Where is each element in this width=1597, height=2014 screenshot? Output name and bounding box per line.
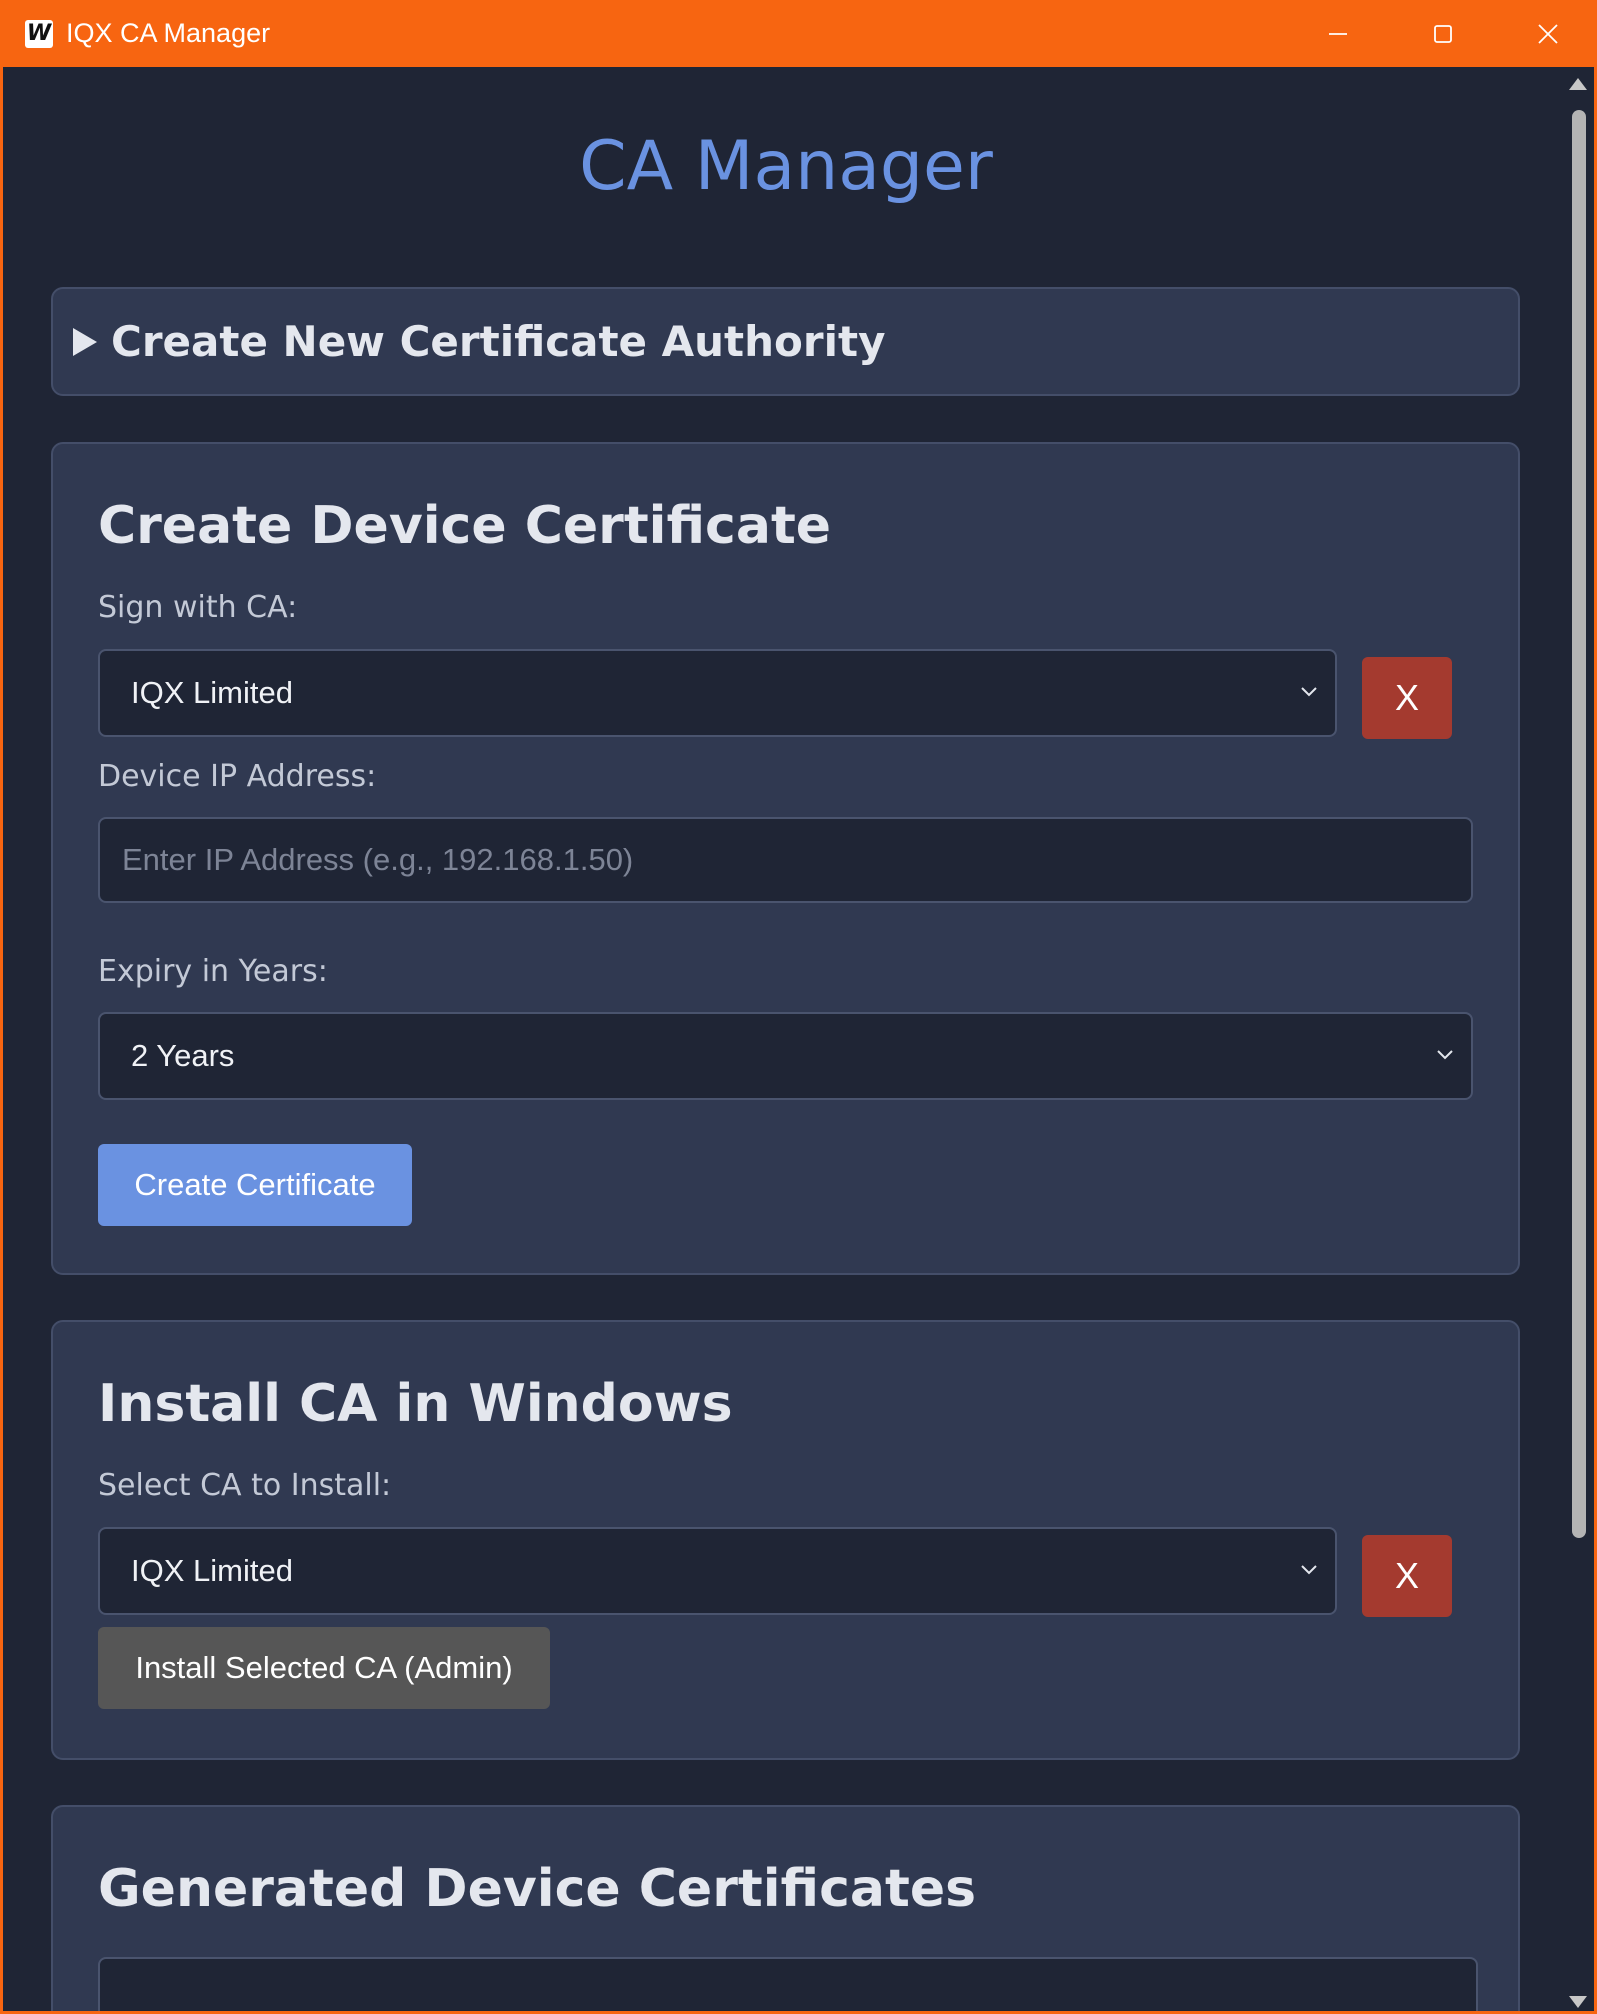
title-bar[interactable]: W IQX CA Manager [3, 0, 1594, 67]
page-title: CA Manager [579, 127, 993, 206]
delete-install-ca-button[interactable]: X [1362, 1535, 1452, 1617]
device-ip-input[interactable] [100, 819, 1471, 901]
expiry-label: Expiry in Years: [98, 954, 328, 989]
maximize-icon [1433, 24, 1452, 43]
install-ca-section: Install CA in Windows Select CA to Insta… [51, 1320, 1520, 1760]
window-controls [1285, 0, 1594, 67]
generated-certs-heading: Generated Device Certificates [98, 1859, 977, 1919]
vertical-scrollbar[interactable] [1565, 70, 1591, 2011]
install-selected-ca-button[interactable]: Install Selected CA (Admin) [98, 1627, 550, 1709]
window-title: IQX CA Manager [66, 18, 271, 48]
main-content: CA Manager Create New Certificate Author… [6, 67, 1566, 2011]
device-cert-heading: Create Device Certificate [98, 496, 832, 556]
device-ip-field[interactable] [98, 817, 1473, 903]
chevron-down-icon [1301, 687, 1317, 697]
minimize-icon [1328, 32, 1347, 35]
close-button[interactable] [1495, 0, 1594, 67]
device-ip-label: Device IP Address: [98, 759, 377, 794]
device-certificate-section: Create Device Certificate Sign with CA: … [51, 442, 1520, 1275]
select-ca-label: Select CA to Install: [98, 1468, 392, 1503]
create-certificate-button[interactable]: Create Certificate [98, 1144, 412, 1226]
sign-ca-select-value: IQX Limited [131, 675, 293, 710]
sign-with-ca-label: Sign with CA: [98, 590, 298, 625]
create-ca-toggle[interactable]: Create New Certificate Authority [73, 289, 885, 394]
app-logo-icon: W [25, 19, 53, 48]
expiry-select[interactable]: 2 Years [98, 1012, 1473, 1100]
expiry-select-value: 2 Years [131, 1038, 235, 1073]
create-ca-section: Create New Certificate Authority [51, 287, 1520, 396]
maximize-button[interactable] [1390, 0, 1495, 67]
delete-sign-ca-button[interactable]: X [1362, 657, 1452, 739]
minimize-button[interactable] [1285, 0, 1390, 67]
chevron-down-icon [1301, 1565, 1317, 1575]
create-ca-label: Create New Certificate Authority [111, 317, 886, 366]
app-window: W IQX CA Manager CA Manager Create New C… [0, 0, 1597, 2014]
sign-ca-select[interactable]: IQX Limited [98, 649, 1337, 737]
close-icon [1537, 23, 1558, 44]
app-logo-letter: W [26, 21, 52, 46]
install-ca-heading: Install CA in Windows [98, 1374, 733, 1434]
chevron-down-icon [1437, 1050, 1453, 1060]
install-ca-select[interactable]: IQX Limited [98, 1527, 1337, 1615]
install-ca-select-value: IQX Limited [131, 1553, 293, 1588]
generated-certificates-section: Generated Device Certificates [51, 1805, 1520, 2011]
scroll-thumb[interactable] [1572, 110, 1586, 1538]
scroll-down-icon[interactable] [1569, 1996, 1587, 2008]
expand-triangle-icon [73, 327, 97, 356]
scroll-up-icon[interactable] [1569, 78, 1587, 90]
certificate-list[interactable] [98, 1957, 1478, 2011]
